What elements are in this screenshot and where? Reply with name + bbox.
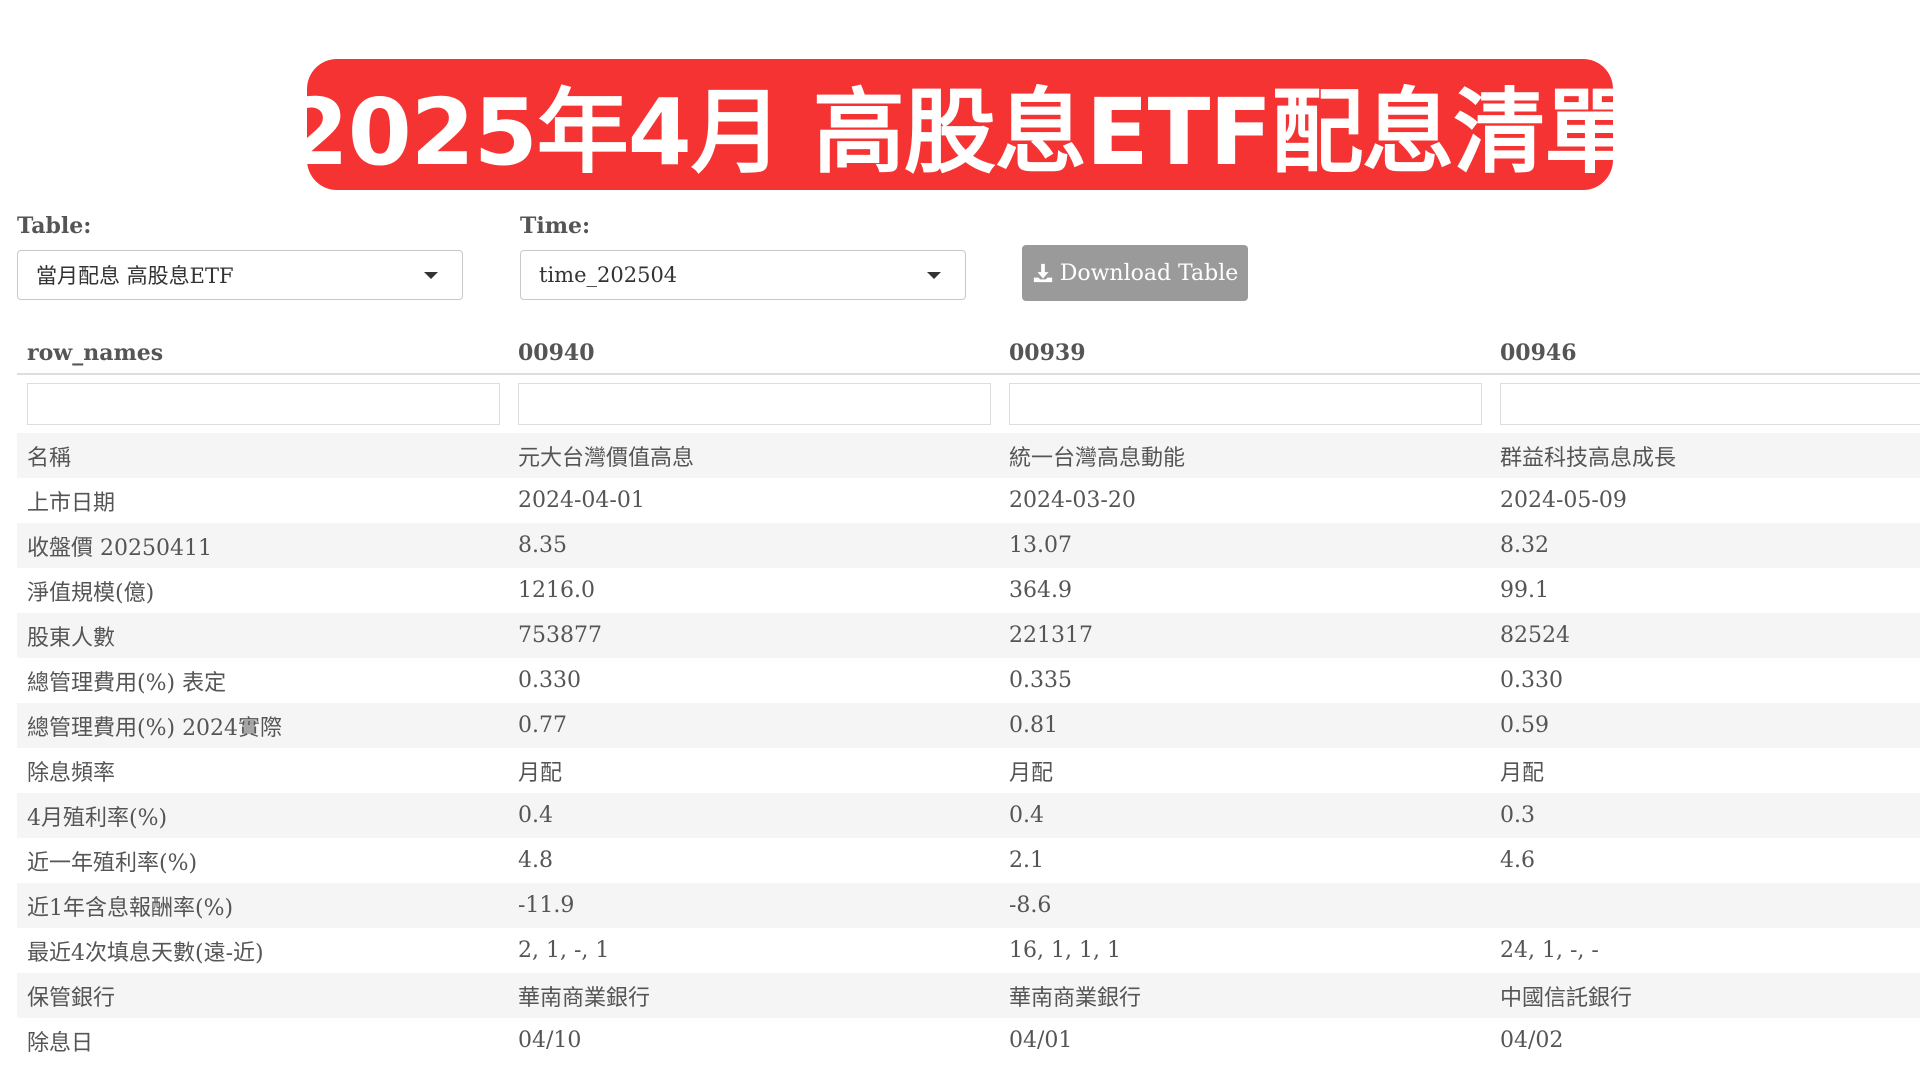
table-cell: 月配 <box>1490 748 1920 793</box>
column-filter-input[interactable] <box>27 383 500 425</box>
table-cell: 2024-04-01 <box>508 478 999 523</box>
table-cell: 8.35 <box>508 523 999 568</box>
table-cell: 4.8 <box>508 838 999 883</box>
table-cell: 82524 <box>1490 613 1920 658</box>
table-cell: 0.330 <box>508 658 999 703</box>
row-name-cell: 除息頻率 <box>17 748 508 793</box>
data-table: row_names 00940 00939 00946 名稱 元大台灣價值高息 統一… <box>17 333 1920 1063</box>
chevron-down-icon <box>927 272 941 279</box>
table-cell: 群益科技高息成長 <box>1490 433 1920 478</box>
chevron-down-icon <box>424 272 438 279</box>
table-cell: -11.9 <box>508 883 999 928</box>
table-cell: 月配 <box>999 748 1490 793</box>
download-table-button[interactable]: Download Table <box>1022 245 1248 301</box>
title-banner: 2025年4月 高股息ETF配息清單 <box>285 59 1636 190</box>
table-row: 總管理費用(%) 2024實際 0.77 0.81 0.59 <box>17 703 1920 748</box>
row-name-cell: 淨值規模(億) <box>17 568 508 613</box>
row-name-cell: 最近4次填息天數(遠-近) <box>17 928 508 973</box>
time-select[interactable]: time_202504 <box>520 250 966 300</box>
table-cell: 24, 1, -, - <box>1490 928 1920 973</box>
column-header[interactable]: 00939 <box>999 333 1490 375</box>
table-cell: 0.4 <box>508 793 999 838</box>
column-filter-input[interactable] <box>1500 383 1920 425</box>
table-select-value: 當月配息 高股息ETF <box>36 264 234 288</box>
table-cell: 364.9 <box>999 568 1490 613</box>
row-name-cell: 名稱 <box>17 433 508 478</box>
table-row: 最近4次填息天數(遠-近) 2, 1, -, 1 16, 1, 1, 1 24, 1,… <box>17 928 1920 973</box>
table-select[interactable]: 當月配息 高股息ETF <box>17 250 463 300</box>
table-cell: -8.6 <box>999 883 1490 928</box>
table-cell: 0.335 <box>999 658 1490 703</box>
table-cell: 0.3 <box>1490 793 1920 838</box>
table-cell: 華南商業銀行 <box>999 973 1490 1018</box>
table-cell: 8.32 <box>1490 523 1920 568</box>
table-cell: 華南商業銀行 <box>508 973 999 1018</box>
table-cell: 中國信託銀行 <box>1490 973 1920 1018</box>
table-cell: 4.6 <box>1490 838 1920 883</box>
table-cell: 2.1 <box>999 838 1490 883</box>
table-row: 除息頻率 月配 月配 月配 <box>17 748 1920 793</box>
table-cell: 0.77 <box>508 703 999 748</box>
table-row: 近一年殖利率(%) 4.8 2.1 4.6 <box>17 838 1920 883</box>
row-name-cell: 上市日期 <box>17 478 508 523</box>
table-row: 4月殖利率(%) 0.4 0.4 0.3 <box>17 793 1920 838</box>
table-cell <box>1490 883 1920 928</box>
row-name-cell: 股東人數 <box>17 613 508 658</box>
table-cell: 16, 1, 1, 1 <box>999 928 1490 973</box>
table-cell: 04/01 <box>999 1018 1490 1063</box>
table-select-label: Table: <box>17 213 92 239</box>
column-filter-input[interactable] <box>518 383 991 425</box>
table-cell: 2, 1, -, 1 <box>508 928 999 973</box>
page-title: 2025年4月 高股息ETF配息清單 <box>284 79 1637 186</box>
table-cell: 2024-05-09 <box>1490 478 1920 523</box>
row-name-cell: 保管銀行 <box>17 973 508 1018</box>
row-name-cell: 總管理費用(%) 表定 <box>17 658 508 703</box>
table-cell: 元大台灣價值高息 <box>508 433 999 478</box>
table-cell: 0.81 <box>999 703 1490 748</box>
row-name-cell: 除息日 <box>17 1018 508 1063</box>
table-row: 保管銀行 華南商業銀行 華南商業銀行 中國信託銀行 <box>17 973 1920 1018</box>
table-cell: 0.4 <box>999 793 1490 838</box>
table-cell: 0.59 <box>1490 703 1920 748</box>
column-header[interactable]: row_names <box>17 333 508 375</box>
column-header[interactable]: 00946 <box>1490 333 1920 375</box>
row-name-cell: 4月殖利率(%) <box>17 793 508 838</box>
table-row: 收盤價 20250411 8.35 13.07 8.32 <box>17 523 1920 568</box>
table-row: 淨值規模(億) 1216.0 364.9 99.1 <box>17 568 1920 613</box>
table-cell: 221317 <box>999 613 1490 658</box>
table-cell: 753877 <box>508 613 999 658</box>
row-name-cell: 總管理費用(%) 2024實際 <box>17 703 508 748</box>
filter-row <box>17 374 1920 433</box>
table-row: 股東人數 753877 221317 82524 <box>17 613 1920 658</box>
table-cell: 統一台灣高息動能 <box>999 433 1490 478</box>
row-name-cell: 收盤價 20250411 <box>17 523 508 568</box>
table-row: 近1年含息報酬率(%) -11.9 -8.6 <box>17 883 1920 928</box>
table-cell: 0.330 <box>1490 658 1920 703</box>
row-name-cell: 近1年含息報酬率(%) <box>17 883 508 928</box>
table-cell: 2024-03-20 <box>999 478 1490 523</box>
table-row: 除息日 04/10 04/01 04/02 <box>17 1018 1920 1063</box>
time-select-value: time_202504 <box>539 263 678 287</box>
row-name-cell: 近一年殖利率(%) <box>17 838 508 883</box>
table-row: 上市日期 2024-04-01 2024-03-20 2024-05-09 <box>17 478 1920 523</box>
table-row: 名稱 元大台灣價值高息 統一台灣高息動能 群益科技高息成長 <box>17 433 1920 478</box>
table-row: 總管理費用(%) 表定 0.330 0.335 0.330 <box>17 658 1920 703</box>
table-cell: 04/02 <box>1490 1018 1920 1063</box>
table-cell: 1216.0 <box>508 568 999 613</box>
table-cell: 99.1 <box>1490 568 1920 613</box>
table-cell: 13.07 <box>999 523 1490 568</box>
column-filter-input[interactable] <box>1009 383 1482 425</box>
header-row: row_names 00940 00939 00946 <box>17 333 1920 375</box>
column-header[interactable]: 00940 <box>508 333 999 375</box>
table-cell: 04/10 <box>508 1018 999 1063</box>
download-button-label: Download Table <box>1059 260 1239 286</box>
download-icon <box>1033 263 1052 283</box>
time-select-label: Time: <box>520 213 591 239</box>
table-cell: 月配 <box>508 748 999 793</box>
